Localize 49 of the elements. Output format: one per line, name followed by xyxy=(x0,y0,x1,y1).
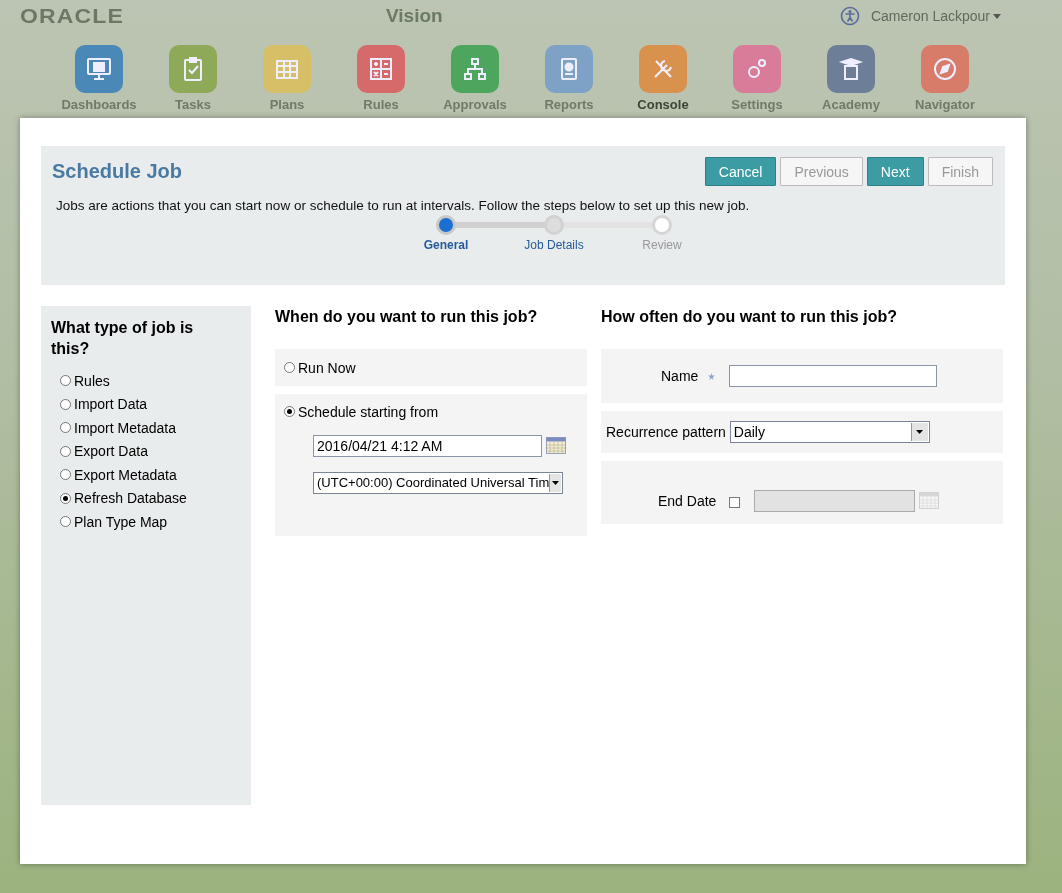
date-field[interactable]: 2016/04/21 4:12 AM xyxy=(313,434,542,457)
radio-button[interactable] xyxy=(284,406,295,418)
name-field[interactable] xyxy=(729,365,938,387)
option-label[interactable]: Plan Type Map xyxy=(74,513,168,530)
caret-icon xyxy=(993,13,1001,19)
section-heading: When do you want to run this job? xyxy=(275,307,539,327)
option-label[interactable]: Import Metadata xyxy=(74,419,176,436)
app-title: Vision xyxy=(386,5,443,27)
option-label[interactable]: Refresh Database xyxy=(74,490,187,507)
radio-button[interactable] xyxy=(60,422,71,434)
option-label[interactable]: Schedule starting from xyxy=(298,403,439,420)
radio-button[interactable] xyxy=(60,398,71,410)
field-label: Recurrence pattern xyxy=(606,424,726,440)
section-heading: What type of job is this? xyxy=(51,318,195,359)
step-indicator[interactable] xyxy=(436,215,456,235)
radio-button[interactable] xyxy=(60,492,71,504)
radio-button[interactable] xyxy=(60,469,71,481)
radio-button[interactable] xyxy=(60,445,71,457)
option-label[interactable]: Export Metadata xyxy=(74,466,177,483)
calendar-icon[interactable] xyxy=(546,437,566,454)
graduate-icon[interactable] xyxy=(838,56,864,82)
recurrence-dropdown[interactable]: Daily xyxy=(729,421,930,443)
option-label[interactable]: Export Data xyxy=(74,443,148,460)
radio-button[interactable] xyxy=(60,375,71,387)
calculator-icon[interactable] xyxy=(368,56,394,82)
step-label[interactable]: General xyxy=(423,238,469,252)
nav-label[interactable]: Console xyxy=(637,97,689,112)
wizard-button[interactable]: Cancel xyxy=(704,157,777,186)
field-label: End Date xyxy=(658,492,717,509)
timezone-dropdown[interactable]: (UTC+00:00) Coordinated Universal Tim xyxy=(313,471,563,494)
dialog-title: Schedule Job xyxy=(52,160,183,183)
monitor-icon[interactable] xyxy=(86,56,112,82)
section-heading: How often do you want to run this job? xyxy=(601,307,898,327)
field-label: Name xyxy=(661,368,699,384)
compass-icon[interactable] xyxy=(932,56,958,82)
radio-button[interactable] xyxy=(60,516,71,528)
accessibility-icon[interactable] xyxy=(839,6,860,26)
user-menu[interactable]: Cameron Lackpour xyxy=(870,8,1001,24)
hierarchy-icon[interactable] xyxy=(462,56,488,82)
option-label[interactable]: Import Data xyxy=(74,396,148,413)
option-label[interactable]: Rules xyxy=(74,372,110,389)
radio-button[interactable] xyxy=(284,362,295,373)
caret-icon xyxy=(916,430,924,434)
option-label[interactable]: Run Now xyxy=(298,359,356,376)
oracle-logo: ORACLE xyxy=(20,4,124,28)
wizard-button[interactable]: Next xyxy=(866,157,924,186)
caret-icon xyxy=(552,480,560,485)
step-label[interactable]: Job Details xyxy=(524,238,584,252)
description-text: Jobs are actions that you can start now or schedule to run at intervals. Follow the steps below to set up this new job. xyxy=(56,198,751,213)
